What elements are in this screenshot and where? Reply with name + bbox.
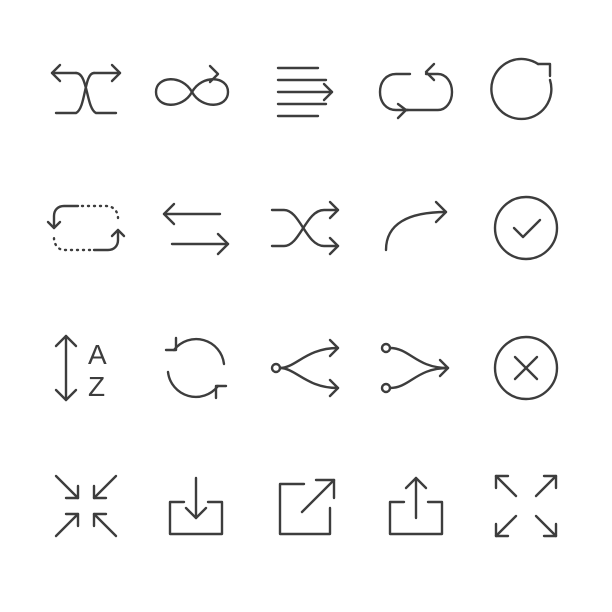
rotate-arrows-icon <box>156 328 236 408</box>
download-tray-icon <box>156 466 236 546</box>
text-align-arrow-icon <box>266 52 346 132</box>
swap-arrows-icon <box>156 188 236 268</box>
refresh-clockwise-icon <box>486 52 566 132</box>
branch-merge-icon <box>376 328 456 408</box>
repeat-icon <box>376 52 456 132</box>
external-link-icon <box>266 466 346 546</box>
upload-tray-icon <box>376 466 456 546</box>
collapse-icon <box>46 466 126 546</box>
icon-grid: A Z <box>0 0 612 612</box>
expand-icon <box>486 466 566 546</box>
branch-split-icon <box>266 328 346 408</box>
check-circle-icon <box>486 188 566 268</box>
sort-label-a: A <box>88 339 107 370</box>
sort-alphabetical-icon: A Z <box>46 328 126 408</box>
sort-label-z: Z <box>88 371 105 402</box>
redo-curve-icon <box>376 188 456 268</box>
repeat-dotted-icon <box>46 188 126 268</box>
shuffle-crossed-icon <box>46 48 126 128</box>
close-circle-icon <box>486 328 566 408</box>
infinity-loop-icon <box>152 52 232 132</box>
shuffle-icon <box>266 188 346 268</box>
